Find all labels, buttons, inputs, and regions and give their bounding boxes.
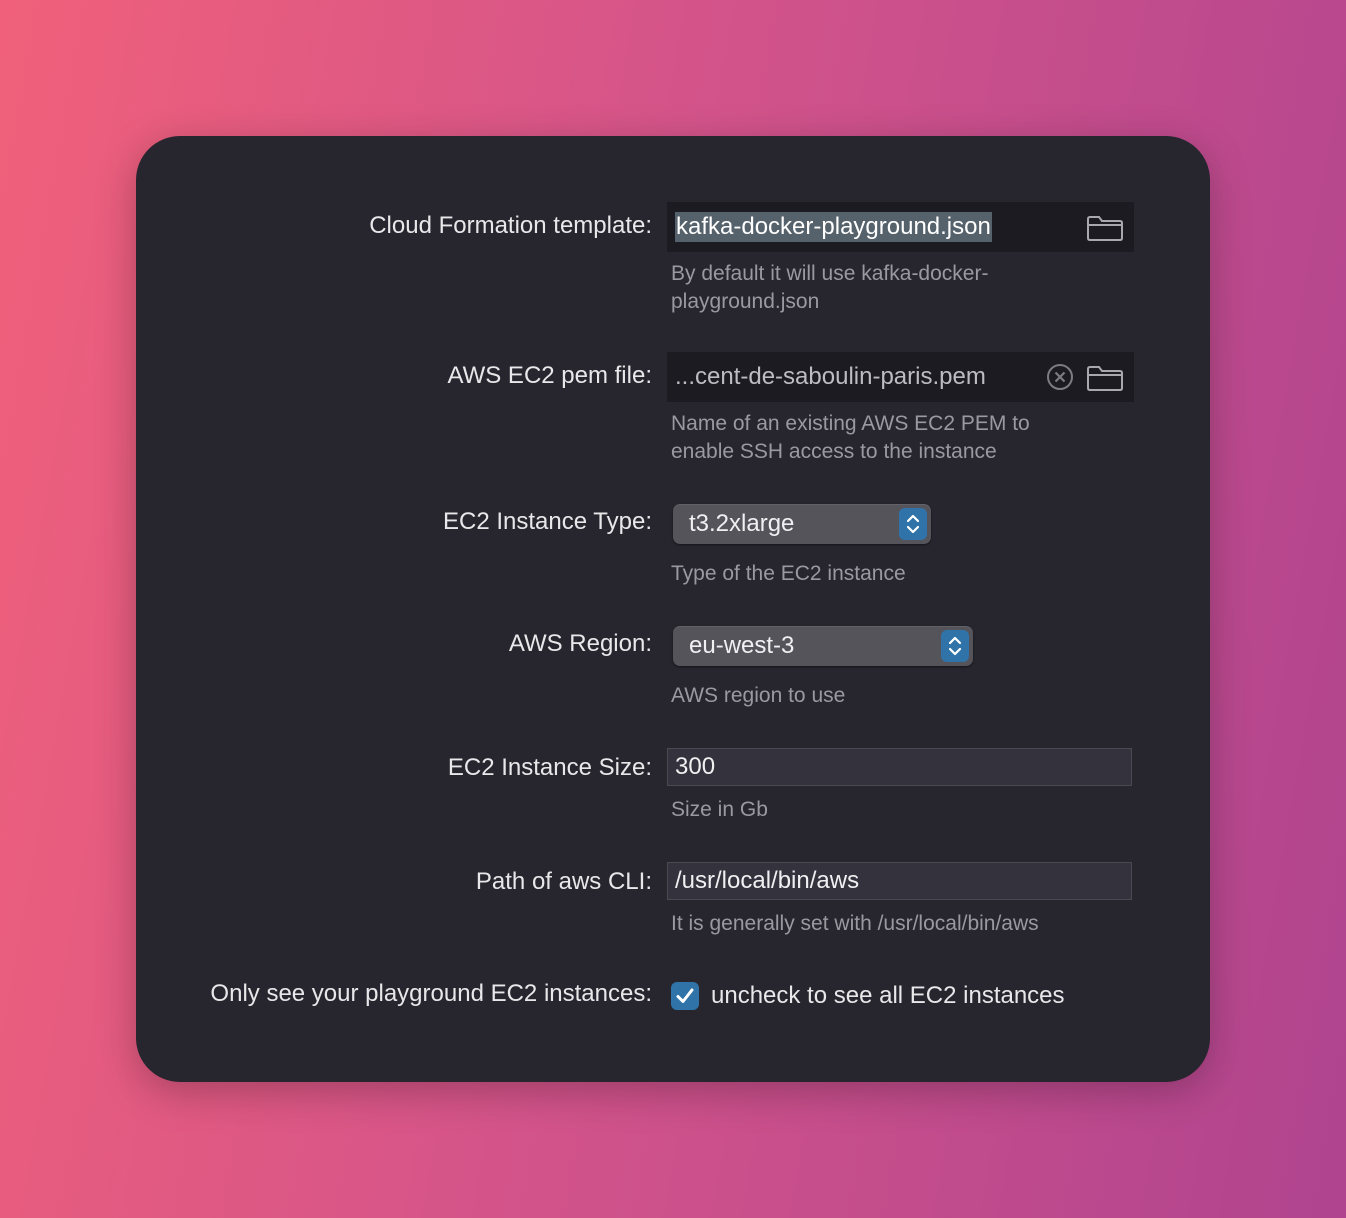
template-field[interactable]: kafka-docker-playground.json (667, 202, 1134, 252)
instance-size-help: Size in Gb (671, 798, 768, 821)
only-playground-checkbox-label[interactable]: uncheck to see all EC2 instances (711, 981, 1065, 1011)
pem-field[interactable]: ...cent-de-saboulin-paris.pem (667, 352, 1134, 402)
only-playground-checkbox[interactable] (671, 982, 699, 1010)
cli-path-value: /usr/local/bin/aws (675, 867, 860, 894)
folder-icon[interactable] (1086, 364, 1124, 392)
only-playground-label: Only see your playground EC2 instances: (210, 980, 652, 1007)
cli-path-help: It is generally set with /usr/local/bin/… (671, 912, 1039, 935)
instance-size-input[interactable]: 300 (667, 748, 1132, 786)
region-value: eu-west-3 (689, 632, 795, 659)
chevron-updown-icon (899, 508, 927, 540)
instance-type-select[interactable]: t3.2xlarge (673, 504, 931, 544)
template-help: By default it will use kafka-docker-play… (671, 262, 989, 313)
instance-type-label: EC2 Instance Type: (442, 508, 652, 535)
cli-path-input[interactable]: /usr/local/bin/aws (667, 862, 1132, 900)
pem-help: Name of an existing AWS EC2 PEM to enabl… (671, 412, 1030, 463)
chevron-updown-icon (941, 630, 969, 662)
template-value[interactable]: kafka-docker-playground.json (675, 212, 992, 242)
region-select[interactable]: eu-west-3 (673, 626, 973, 666)
instance-type-help: Type of the EC2 instance (671, 562, 906, 585)
region-help: AWS region to use (671, 684, 846, 707)
instance-size-value: 300 (675, 753, 716, 780)
instance-type-value: t3.2xlarge (689, 510, 795, 537)
cli-path-label: Path of aws CLI: (475, 868, 652, 895)
pem-label: AWS EC2 pem file: (447, 362, 652, 389)
pem-value[interactable]: ...cent-de-saboulin-paris.pem (675, 362, 986, 392)
instance-size-label: EC2 Instance Size: (447, 754, 652, 781)
folder-icon[interactable] (1086, 214, 1124, 242)
template-label: Cloud Formation template: (369, 212, 652, 239)
preferences-panel: Cloud Formation template: kafka-docker-p… (136, 136, 1210, 1082)
clear-icon[interactable] (1046, 363, 1074, 391)
region-label: AWS Region: (508, 630, 652, 657)
